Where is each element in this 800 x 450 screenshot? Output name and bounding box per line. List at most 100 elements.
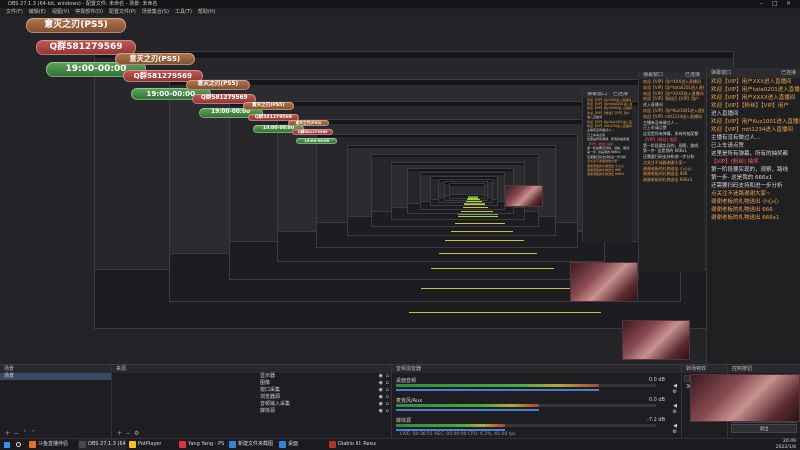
menu-item[interactable]: 编辑(E) [29, 9, 46, 15]
nested-meter [460, 211, 493, 213]
visibility-eye-icon[interactable]: ◉ [379, 401, 383, 408]
window-title: OBS 27.1.3 (64-bit, windows) - 配置文件: 未命名… [8, 1, 158, 7]
lock-icon[interactable]: ▫ [386, 387, 389, 394]
taskbar-app[interactable]: Yang Yang - PS [178, 439, 226, 450]
windows-taskbar: 20:49 2022/1/8 斗鱼直播伴侣 OBS 27.1.3 (64-bit)… [0, 438, 800, 450]
chat-message: 欢迎【VIP】mtt1234进入直播间 [711, 127, 793, 133]
mixer-channel-name: 麦克风/Aux [396, 398, 423, 404]
remove-icon[interactable]: − [13, 430, 20, 437]
taskbar-app-label: Diablo III: Resurrection [338, 441, 376, 447]
visibility-eye-icon[interactable]: ◉ [379, 380, 383, 387]
nested-meter [462, 207, 489, 209]
nested-meter [450, 230, 514, 232]
app-icon [329, 441, 336, 448]
settings-icon[interactable]: ⚙ [133, 430, 140, 437]
source-item[interactable]: 窗口采集 ◉ ▫ [112, 387, 391, 394]
overlay-badge-game: 意灭之刃(PS5) [288, 120, 330, 127]
source-item[interactable]: 图像 ◉ ▫ [112, 380, 391, 387]
menu-item[interactable]: 停靠部件(D) [75, 9, 103, 15]
menu-item[interactable]: 场景集合(S) [142, 9, 169, 15]
program-preview[interactable]: 意灭之刃(PS5) Q群581279569 19:00-00:00 意灭之刃(PS5)… [0, 16, 800, 364]
sources-panel: 来源 显示器 ◉ ▫ 图像 ◉ ▫ 窗口采集 ◉ ▫ 浏览器源 ◉ ▫ 音频输入采集 ◉ ▫ 媒体源 ◉ ▫ + … [112, 365, 392, 439]
source-item[interactable]: 浏览器源 ◉ ▫ [112, 394, 391, 401]
taskbar-app-label: Yang Yang - PS [188, 441, 225, 447]
search-icon[interactable] [14, 439, 24, 450]
overlay-badge-game: 意灭之刃(PS5) [242, 102, 294, 111]
visibility-eye-icon[interactable]: ◉ [379, 408, 383, 415]
chat-message: 谢谢老板的礼物送出 666x1 [643, 177, 693, 183]
source-item[interactable]: 媒体源 ◉ ▫ [112, 408, 391, 415]
sources-header: 来源 [112, 365, 391, 373]
nested-title-bar [316, 134, 578, 138]
visibility-eye-icon[interactable]: ◉ [379, 387, 383, 394]
volume-meter [396, 404, 539, 407]
visibility-eye-icon[interactable]: ◉ [379, 373, 383, 380]
overlay-badge-game: 意灭之刃(PS5) [114, 52, 195, 65]
nested-title-bar [392, 162, 525, 165]
start-button[interactable] [2, 439, 12, 450]
add-source-icon[interactable]: + [116, 430, 123, 437]
nested-meter [421, 287, 575, 289]
lock-icon[interactable]: ▫ [386, 380, 389, 387]
danmaku-chat-panel: 弹幕窗口 已连接 欢迎【VIP】用户XXX进入直播间 欢迎【VIP】用户tata020… [582, 92, 632, 242]
add-icon[interactable]: + [4, 430, 11, 437]
mixer-channel-name: 桌面音频 [396, 378, 417, 384]
taskbar-app-label: OBS 27.1.3 (64-bit) [88, 441, 126, 447]
mixer-gear-icon[interactable]: ⚙ [673, 409, 677, 415]
nested-title-bar [347, 146, 556, 149]
source-label: 显示器 [260, 373, 276, 379]
sources-list: 显示器 ◉ ▫ 图像 ◉ ▫ 窗口采集 ◉ ▫ 浏览器源 ◉ ▫ 音频输入采集 ◉ ▫ 媒体源 ◉ ▫ [112, 373, 391, 415]
chat-message: 这里是所有弹幕，所有的抽奖都 [587, 137, 630, 142]
menu-item[interactable]: 文件(F) [6, 9, 23, 15]
nested-meter [457, 216, 499, 218]
remove-source-icon[interactable]: − [125, 430, 132, 437]
scenes-header: 场景 [0, 365, 111, 373]
taskbar-app[interactable]: PotPlayer [128, 439, 176, 450]
overlay-badge-qq: Q群581279569 [292, 129, 334, 136]
menu-item[interactable]: 视图(V) [52, 9, 69, 15]
mixer-channel-db: 0.0 dB [648, 397, 665, 403]
control-button-5[interactable]: 退出 [731, 424, 797, 433]
source-item[interactable]: 音频输入采集 ◉ ▫ [112, 401, 391, 408]
source-item[interactable]: 显示器 ◉ ▫ [112, 373, 391, 380]
mixer-gear-icon[interactable]: ⚙ [673, 429, 677, 435]
clock-date: 2022/1/8 [775, 444, 796, 450]
taskbar-app-label: 新建文件夹截图 [238, 441, 274, 447]
menu-item[interactable]: 工具(T) [175, 9, 192, 15]
menu-item[interactable]: 帮助(H) [198, 9, 216, 15]
mixer-gear-icon[interactable]: ⚙ [673, 389, 677, 395]
source-label: 浏览器源 [260, 394, 281, 400]
volume-meter [396, 424, 506, 427]
visibility-eye-icon[interactable]: ◉ [379, 394, 383, 401]
volume-slider[interactable] [396, 389, 599, 391]
lock-icon[interactable]: ▫ [386, 401, 389, 408]
volume-meter [396, 384, 599, 387]
scene-item[interactable]: 场景 [0, 373, 111, 380]
down-icon[interactable]: ˅ [30, 430, 37, 437]
mixer-channel-db: 0.0 dB [648, 377, 665, 383]
app-icon [129, 441, 136, 448]
lock-icon[interactable]: ▫ [386, 408, 389, 415]
taskbar-app[interactable]: 斗鱼直播伴侣 [28, 439, 76, 450]
mixer-channel-db: -7.2 dB [647, 417, 665, 423]
minimize-icon[interactable]: – [760, 0, 763, 8]
taskbar-app[interactable]: OBS 27.1.3 (64-bit) [78, 439, 126, 450]
up-icon[interactable]: ˄ [21, 430, 28, 437]
status-bar: LIVE: 00:36:51 REC: 00:00:00 CPU: 6.2%, … [400, 432, 516, 437]
menu-bar: 文件(F) 编辑(E) 视图(V) 停靠部件(D) 配置文件(P) 场景集合(S) 工具(T… [0, 8, 800, 16]
lock-icon[interactable]: ▫ [386, 394, 389, 401]
maximize-icon[interactable]: □ [772, 0, 778, 8]
taskbar-app[interactable]: Diablo III: Resurrection [328, 439, 376, 450]
system-clock[interactable]: 20:49 2022/1/8 [776, 439, 796, 450]
chat-message: 谢谢老板的礼物送出 666 [711, 207, 773, 213]
close-icon[interactable]: × [786, 0, 791, 8]
menu-item[interactable]: 配置文件(P) [109, 9, 136, 15]
lock-icon[interactable]: ▫ [386, 373, 389, 380]
taskbar-app[interactable]: 新建文件夹截图 [228, 439, 276, 450]
source-label: 媒体源 [260, 408, 276, 414]
chat-message: 这里是所有弹幕，所有的抽奖都 [711, 151, 789, 157]
volume-slider[interactable] [396, 429, 506, 431]
taskbar-app[interactable]: 桌面 [278, 439, 326, 450]
chat-message: 欢迎【VIP】用户XXXX进入直播间 [711, 95, 796, 101]
volume-slider[interactable] [396, 409, 539, 411]
